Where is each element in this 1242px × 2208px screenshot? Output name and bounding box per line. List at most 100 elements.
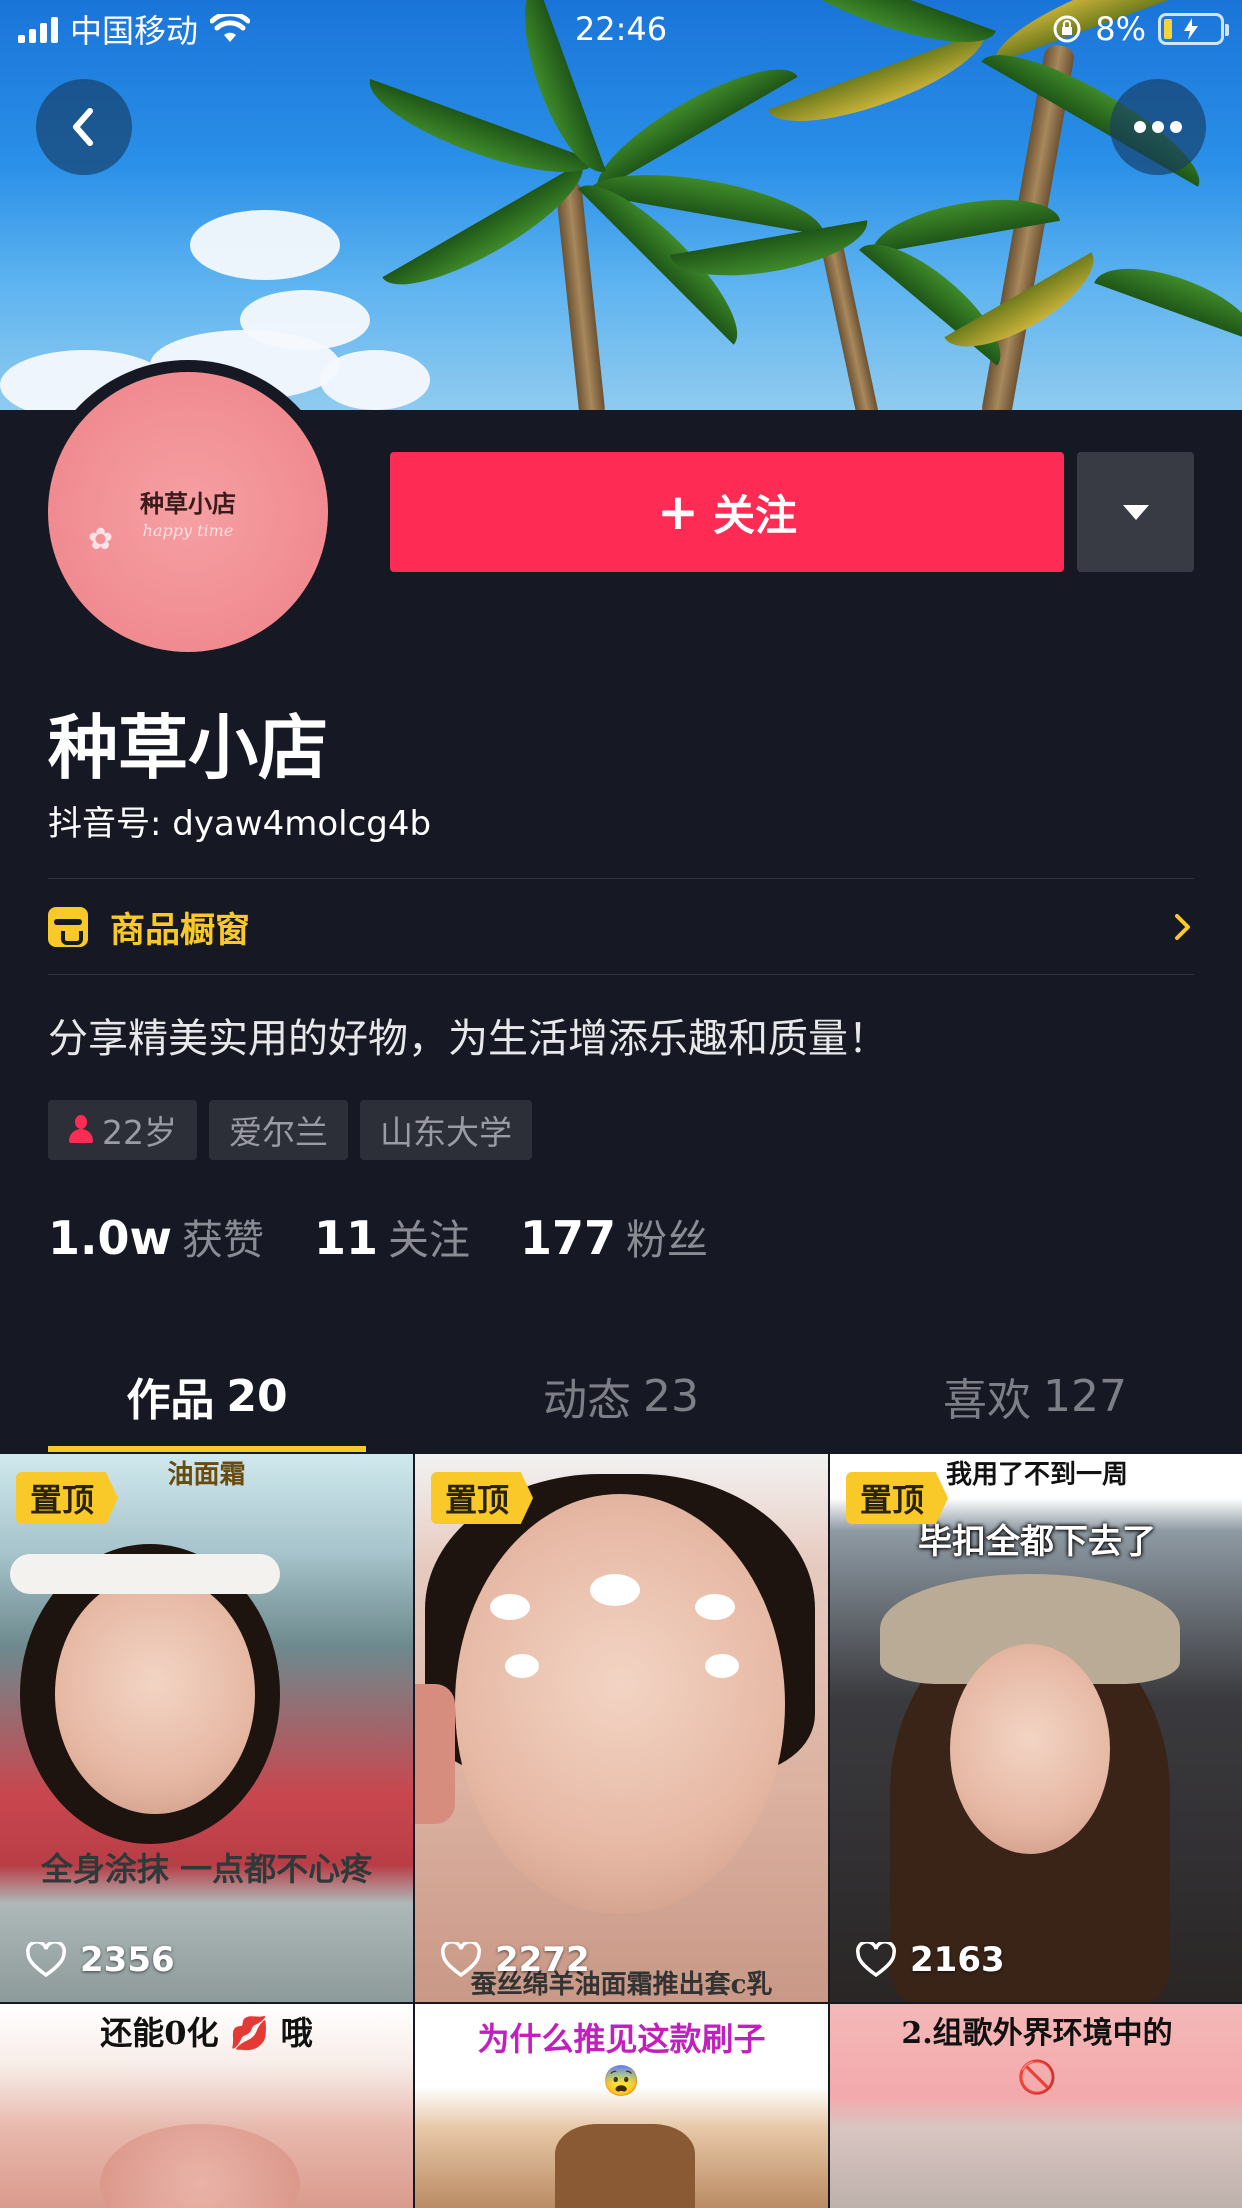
like-count-value: 2356 xyxy=(80,1940,175,1980)
video-thumbnail[interactable]: 蚕丝绵羊油面霜推出套c乳 置顶 2272 xyxy=(415,1454,828,2002)
female-icon xyxy=(68,1115,94,1145)
video-thumbnail[interactable]: 还能0化 💋 哦 xyxy=(0,2004,413,2208)
heart-outline-icon xyxy=(26,1940,66,1978)
header-banner: 中国移动 22:46 8% xyxy=(0,0,1242,410)
plus-icon: + xyxy=(657,483,699,541)
video-caption: 2.组歌外界环境中的 xyxy=(901,2016,1173,2051)
video-caption: 为什么推见这款刷子 xyxy=(477,2020,766,2058)
tab-label: 作品 xyxy=(126,1375,215,1426)
carrier-name: 中国移动 xyxy=(70,12,199,50)
cream-dot xyxy=(490,1594,530,1620)
pinned-badge: 置顶 xyxy=(431,1472,534,1524)
battery-percent: 8% xyxy=(1095,10,1146,48)
cream-dot xyxy=(705,1654,739,1678)
tab-likes[interactable]: 喜欢 127 xyxy=(828,1340,1242,1452)
nose-shape xyxy=(100,2124,300,2208)
chevron-left-icon xyxy=(73,108,93,146)
cream-dot xyxy=(695,1594,735,1620)
profile-stats: 1.0w 获赞 11 关注 177 粉丝 xyxy=(48,1206,708,1266)
video-caption: 还能0化 💋 哦 xyxy=(100,2014,313,2052)
like-count: 2356 xyxy=(26,1940,175,1980)
flower-icon: ✿ xyxy=(88,522,114,557)
signal-icon xyxy=(18,15,58,43)
likes-stat[interactable]: 1.0w 获赞 xyxy=(48,1206,264,1266)
fans-count: 177 xyxy=(520,1211,617,1265)
pinned-badge: 置顶 xyxy=(16,1472,119,1524)
palm-trunk xyxy=(554,179,606,410)
ellipsis-icon xyxy=(1134,121,1182,133)
heart-outline-icon xyxy=(856,1940,896,1978)
like-count-value: 2272 xyxy=(495,1940,590,1980)
bio-text: 分享精美实用的好物，为生活增添乐趣和质量！ xyxy=(48,1016,888,1062)
palm-frond xyxy=(581,47,798,192)
video-grid: 油面霜 全身涂抹 一点都不心疼 置顶 2356 蚕丝绵羊油面霜推出套c乳 置顶 … xyxy=(0,1454,1242,2208)
video-emoji: 😨 xyxy=(602,2064,641,2099)
triangle-down-icon xyxy=(1122,504,1149,520)
tab-label: 喜欢 xyxy=(943,1375,1031,1426)
tab-posts[interactable]: 动态 23 xyxy=(414,1340,828,1452)
following-stat[interactable]: 11 关注 xyxy=(314,1206,470,1266)
rotation-lock-icon xyxy=(1053,15,1081,43)
divider xyxy=(48,974,1194,975)
cloud xyxy=(190,210,340,280)
clock: 22:46 xyxy=(574,10,668,48)
tab-count: 23 xyxy=(643,1370,699,1422)
like-count-value: 2163 xyxy=(910,1940,1005,1980)
tab-label: 动态 xyxy=(543,1375,631,1426)
follow-label: 关注 xyxy=(712,490,797,540)
like-count: 2163 xyxy=(856,1940,1005,1980)
showcase-label: 商品橱窗 xyxy=(110,910,251,951)
video-thumbnail[interactable]: 油面霜 全身涂抹 一点都不心疼 置顶 2356 xyxy=(0,1454,413,2002)
video-emoji: 🚫 xyxy=(1017,2058,1057,2096)
age-text: 22岁 xyxy=(102,1113,177,1152)
douyin-id: 抖音号: dyaw4molcg4b xyxy=(48,804,432,844)
chevron-right-icon xyxy=(1175,914,1190,940)
video-caption: 全身涂抹 一点都不心疼 xyxy=(40,1850,373,1888)
tab-count: 20 xyxy=(226,1370,288,1422)
divider xyxy=(48,878,1194,879)
face-shape xyxy=(950,1644,1110,1854)
cream-dot xyxy=(505,1654,539,1678)
follow-button[interactable]: + 关注 xyxy=(390,452,1064,572)
battery-icon xyxy=(1158,13,1229,45)
school-tag: 山东大学 xyxy=(360,1100,532,1160)
heart-outline-icon xyxy=(441,1940,481,1978)
content-tabs: 作品 20 动态 23 喜欢 127 xyxy=(0,1340,1242,1452)
avatar-sub-text: happy time xyxy=(142,521,234,540)
palm-frond xyxy=(859,223,1019,366)
wifi-icon xyxy=(210,14,251,42)
tab-works[interactable]: 作品 20 xyxy=(0,1340,414,1452)
profile-tags: 22岁 爱尔兰 山东大学 xyxy=(48,1100,532,1160)
palm-frond xyxy=(1094,251,1242,342)
face-shape xyxy=(455,1494,785,1914)
following-count: 11 xyxy=(313,1211,378,1265)
video-thumbnail[interactable]: 我用了不到一周 毕扣全都下去了 置顶 2163 xyxy=(830,1454,1242,2002)
video-thumbnail[interactable]: 为什么推见这款刷子 😨 xyxy=(415,2004,828,2208)
profile-name: 种草小店 xyxy=(48,707,328,789)
product-showcase-link[interactable]: 商品橱窗 xyxy=(48,880,1194,974)
video-thumbnail[interactable]: 2.组歌外界环境中的 🚫 xyxy=(830,2004,1242,2208)
fans-label: 粉丝 xyxy=(626,1216,709,1264)
avatar-brand-text: 种草小店 xyxy=(140,489,236,518)
headband xyxy=(10,1554,280,1594)
location-tag: 爱尔兰 xyxy=(209,1100,348,1160)
age-tag: 22岁 xyxy=(48,1100,197,1160)
like-count: 2272 xyxy=(441,1940,590,1980)
hand-shape xyxy=(415,1684,455,1824)
tab-count: 127 xyxy=(1043,1370,1127,1422)
charging-bolt-icon xyxy=(1184,18,1198,40)
fans-stat[interactable]: 177 粉丝 xyxy=(520,1206,708,1266)
back-button[interactable] xyxy=(36,79,132,175)
more-options-button[interactable] xyxy=(1110,79,1206,175)
cloud xyxy=(320,350,430,410)
cream-dot xyxy=(590,1574,640,1606)
following-label: 关注 xyxy=(388,1216,470,1264)
likes-label: 获赞 xyxy=(181,1216,264,1264)
pinned-badge: 置顶 xyxy=(846,1472,949,1524)
status-bar: 中国移动 22:46 8% xyxy=(0,0,1242,58)
shop-icon xyxy=(48,907,88,947)
brush-shape xyxy=(555,2124,695,2208)
face-shape xyxy=(55,1574,255,1814)
recommend-dropdown-button[interactable] xyxy=(1077,452,1194,572)
avatar[interactable]: 种草小店 happy time ✿ xyxy=(48,372,328,652)
